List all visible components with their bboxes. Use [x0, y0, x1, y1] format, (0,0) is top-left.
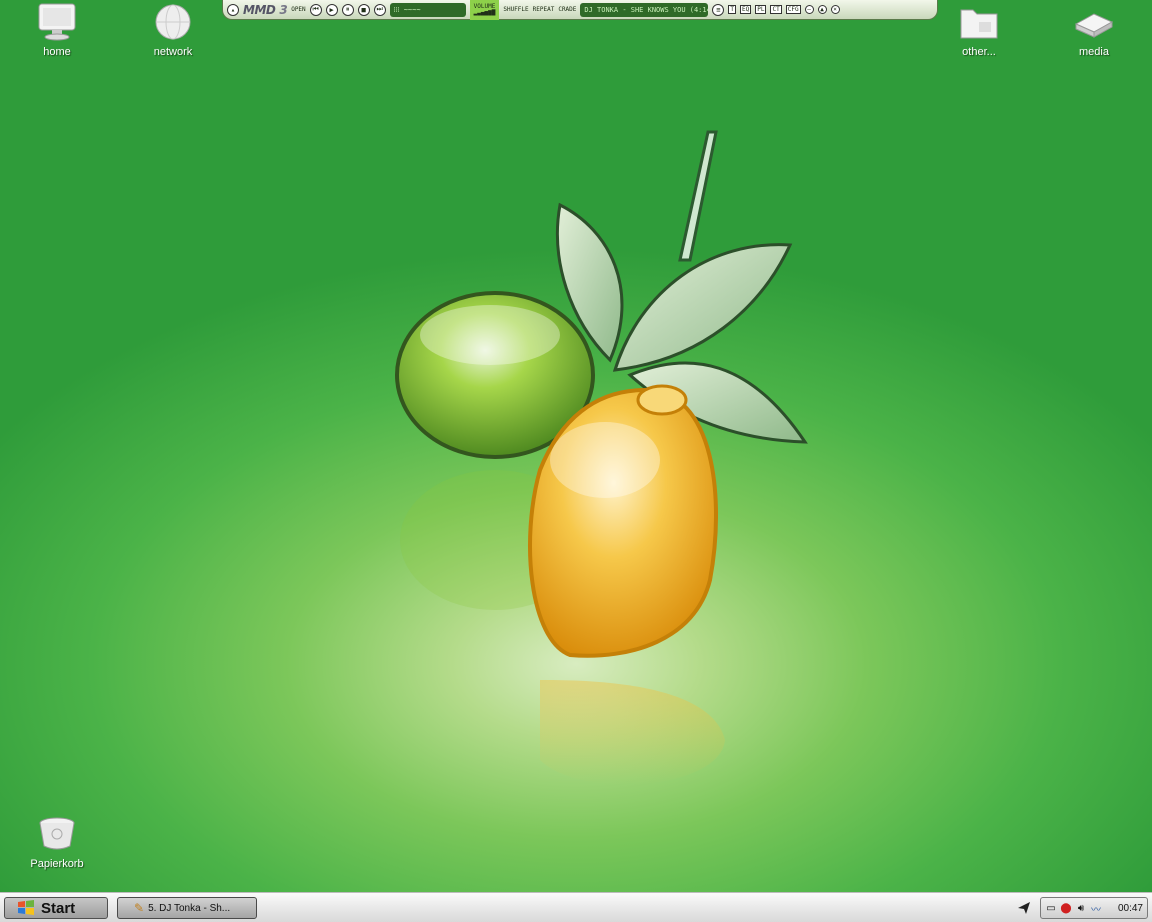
hard-drive-icon: [1074, 13, 1114, 38]
trash-bin-icon: [39, 817, 75, 850]
desktop-icon-label: home: [43, 46, 71, 58]
visualizer-display: ⁞⁞⁞ ~~~~: [389, 2, 466, 17]
tray-stop-icon[interactable]: ⬤: [1060, 902, 1072, 914]
shade-icon[interactable]: ▲: [817, 5, 827, 14]
mode-button-t[interactable]: T: [728, 5, 737, 14]
desktop-icon-home[interactable]: home: [17, 2, 97, 58]
desktop-icon-label: media: [1079, 46, 1109, 58]
open-button[interactable]: OPEN: [291, 6, 305, 13]
menu-icon[interactable]: ≡: [712, 3, 725, 16]
close-icon[interactable]: ×: [830, 5, 840, 14]
minimize-icon[interactable]: –: [804, 5, 814, 14]
windows-logo-icon: [18, 900, 34, 915]
desktop-icon-other[interactable]: other...: [939, 2, 1019, 58]
mode-button-eq[interactable]: EQ: [740, 5, 752, 14]
player-logo-version: 3: [279, 2, 288, 17]
computer-monitor-icon: [38, 3, 76, 41]
desktop-icon-media[interactable]: media: [1054, 2, 1134, 58]
start-label: Start: [41, 899, 76, 917]
mode-button-pl[interactable]: PL: [755, 5, 767, 14]
shuffle-toggle[interactable]: SHUFFLE: [503, 6, 528, 13]
crossfade-toggle[interactable]: CRADE: [558, 6, 576, 13]
track-title-display: DJ TONKA - SHE KNOWS YOU (4:14): [580, 2, 709, 17]
tray-network-icon[interactable]: 〰: [1090, 902, 1102, 916]
desktop-icon-label: Papierkorb: [30, 858, 84, 870]
next-icon[interactable]: ⏭: [373, 3, 386, 16]
stop-icon[interactable]: ■: [357, 3, 370, 16]
taskbar: Start ✎ 5. DJ Tonka - Sh... ▭ ⬤ 🔊︎ 〰 00:…: [0, 892, 1152, 922]
taskbar-button-label: 5. DJ Tonka - Sh...: [148, 902, 231, 914]
volume-slider[interactable]: ▂▃▄▅▆▇: [474, 9, 496, 16]
clock[interactable]: 00:47: [1118, 903, 1143, 914]
wallpaper-lemon-lime-art: [395, 130, 808, 785]
tray-volume-icon[interactable]: 🔊︎: [1075, 902, 1087, 914]
pause-icon[interactable]: ⏸: [341, 3, 354, 16]
mode-button-ct[interactable]: CT: [770, 5, 782, 14]
collapse-icon[interactable]: ▴: [227, 3, 239, 16]
pencil-icon: ✎: [134, 901, 145, 915]
globe-icon: [155, 4, 191, 40]
previous-icon[interactable]: ⏮: [309, 3, 322, 16]
taskbar-button-media-player[interactable]: ✎ 5. DJ Tonka - Sh...: [117, 897, 257, 919]
start-button[interactable]: Start: [4, 897, 108, 919]
folder-icon: [960, 9, 998, 39]
desktop-icon-network[interactable]: network: [133, 2, 213, 58]
media-player-bar[interactable]: ▴ MMD 3 OPEN ⏮ ▶ ⏸ ■ ⏭ ⁞⁞⁞ ~~~~ VOLUME ▂…: [222, 0, 938, 20]
play-icon[interactable]: ▶: [325, 3, 338, 16]
system-tray: ▭ ⬤ 🔊︎ 〰 00:47: [1040, 897, 1148, 919]
desktop-icon-label: network: [153, 46, 193, 58]
desktop-icon-recycle-bin[interactable]: Papierkorb: [17, 814, 97, 870]
player-logo: MMD: [243, 2, 276, 17]
tray-monitor-icon[interactable]: ▭: [1045, 902, 1057, 914]
mode-button-cfg[interactable]: CFG: [785, 5, 801, 14]
send-arrow-icon[interactable]: [1016, 900, 1032, 916]
volume-section[interactable]: VOLUME ▂▃▄▅▆▇: [469, 0, 500, 20]
repeat-toggle[interactable]: REPEAT: [533, 6, 555, 13]
desktop-icon-label: other...: [962, 46, 996, 58]
